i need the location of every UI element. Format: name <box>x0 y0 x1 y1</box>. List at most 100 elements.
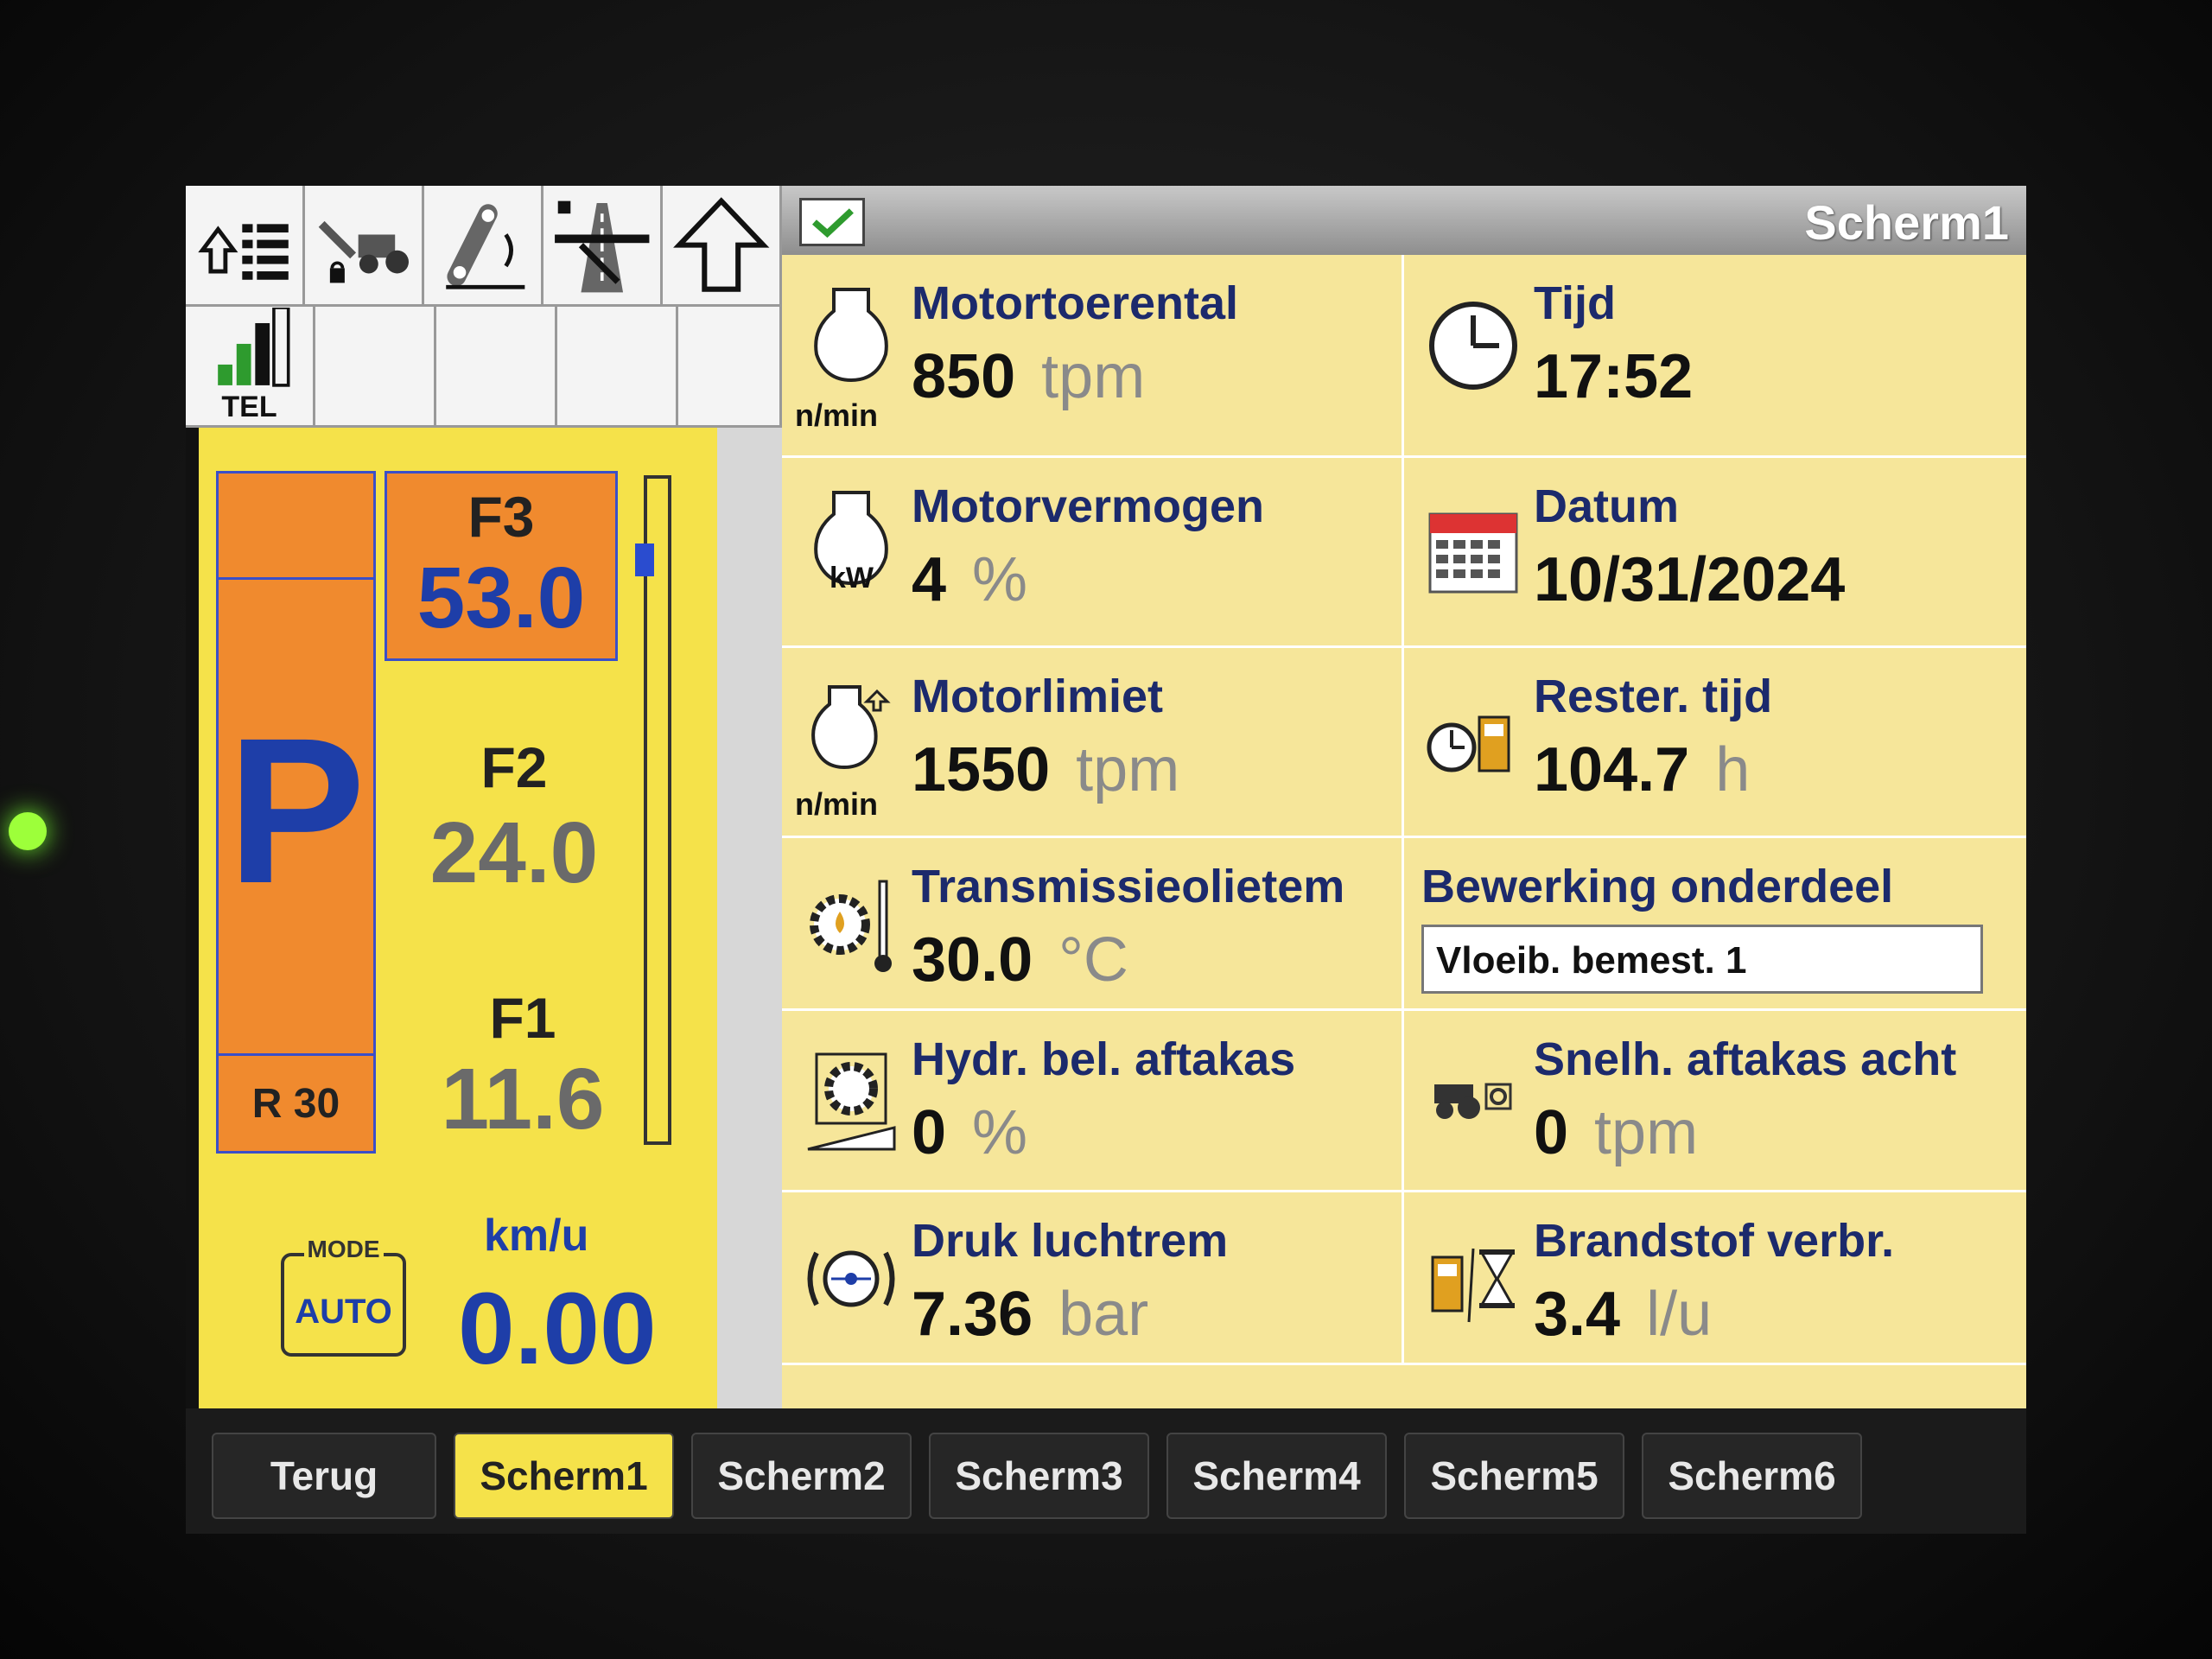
fuel-consumption-value: 3.4 <box>1534 1280 1621 1349</box>
empty-slot <box>557 307 678 428</box>
speed-value: 0.00 <box>458 1272 657 1386</box>
work-section-cell[interactable]: Bewerking onderdeel Vloeib. bemest. 1 <box>1404 838 2026 1011</box>
fuel-consumption-label: Brandstof verbr. <box>1534 1215 1895 1267</box>
fuel-timer-icon <box>1427 715 1510 772</box>
date-cell[interactable]: Datum 10/31/2024 <box>1404 458 2026 648</box>
status-led <box>9 812 47 850</box>
gear-f3-value: 53.0 <box>416 550 586 646</box>
date-label: Datum <box>1534 480 1680 532</box>
tab-scherm6[interactable]: Scherm6 <box>1642 1433 1862 1519</box>
mode-auto-button[interactable]: MODE AUTO <box>281 1236 406 1357</box>
back-button[interactable]: Terug <box>212 1433 436 1519</box>
transmission-oil-label: Transmissieolietem <box>912 861 1345 912</box>
tractor-pto-icon <box>1434 1083 1512 1119</box>
mode-label: MODE <box>303 1236 384 1262</box>
engine-limit-icon <box>811 685 891 770</box>
engine-power-value: 4 <box>912 545 947 614</box>
work-section-label: Bewerking onderdeel <box>1421 861 1894 912</box>
engine-speed-value: 850 <box>912 342 1016 411</box>
calendar-icon <box>1428 512 1518 594</box>
transmission-oil-unit: °C <box>1058 925 1128 995</box>
engine-limit-cell[interactable]: n/min Motorlimiet 1550 tpm <box>782 648 1404 838</box>
park-letter: P <box>227 695 366 926</box>
screen-header: Scherm1 <box>782 186 2026 255</box>
arrow-up-icon[interactable] <box>663 186 782 307</box>
engine-power-cell[interactable]: kW Motorvermogen 4% <box>782 458 1404 648</box>
remaining-time-cell[interactable]: Rester. tijd 104.7 h <box>1404 648 2026 838</box>
empty-slot <box>436 307 557 428</box>
gear-f3-label: F3 <box>467 485 535 549</box>
tab-scherm4[interactable]: Scherm4 <box>1166 1433 1387 1519</box>
air-brake-icon <box>807 1250 895 1307</box>
road-lock-icon[interactable] <box>543 186 663 307</box>
clock-icon <box>1429 302 1517 390</box>
fuel-hourglass-icon <box>1431 1248 1515 1323</box>
air-brake-cell[interactable]: Druk luchtrem 7.36 bar <box>782 1192 1404 1365</box>
fuel-consumption-unit: l/u <box>1646 1280 1713 1349</box>
pto-gear-icon <box>807 1052 896 1151</box>
engine-speed-icon-caption: n/min <box>795 397 878 433</box>
rear-pto-speed-label: Snelh. aftakas acht <box>1534 1033 1957 1085</box>
tel-label: TEL <box>221 390 277 423</box>
reverse-gear-label: R 30 <box>219 1053 373 1151</box>
time-value: 17:52 <box>1534 342 1694 411</box>
engine-power-icon-caption: kW <box>830 562 874 594</box>
park-indicator: P R 30 <box>216 471 376 1154</box>
tab-scherm2[interactable]: Scherm2 <box>691 1433 912 1519</box>
transmission-oil-cell[interactable]: Transmissieolietem 30.0 °C <box>782 838 1404 1011</box>
pto-load-unit: % <box>972 1098 1028 1167</box>
gear-f1-label: F1 <box>489 986 556 1050</box>
remaining-time-unit: h <box>1715 735 1751 804</box>
rear-pto-speed-unit: tpm <box>1594 1098 1699 1167</box>
pto-load-label: Hydr. bel. aftakas <box>912 1033 1296 1085</box>
tab-scherm1[interactable]: Scherm1 <box>454 1433 674 1519</box>
date-value: 10/31/2024 <box>1534 545 1846 614</box>
time-label: Tijd <box>1534 277 1617 329</box>
empty-slot <box>315 307 436 428</box>
transmission-panel: P R 30 F3 53.0 F2 24.0 F1 11.6 MODE AUTO… <box>199 428 717 1408</box>
engine-power-label: Motorvermogen <box>912 480 1265 532</box>
menu-up-icon[interactable] <box>186 186 305 307</box>
engine-speed-label: Motortoerental <box>912 277 1238 329</box>
engine-limit-value: 1550 <box>912 735 1051 804</box>
tab-bar: Terug Scherm1 Scherm2 Scherm3 Scherm4 Sc… <box>186 1408 2026 1534</box>
gear-thermometer-icon <box>810 880 892 972</box>
mode-value: AUTO <box>295 1293 392 1331</box>
engine-limit-label: Motorlimiet <box>912 671 1163 722</box>
air-brake-unit: bar <box>1058 1280 1149 1349</box>
linkage-icon[interactable] <box>424 186 543 307</box>
fuel-consumption-cell[interactable]: Brandstof verbr. 3.4 l/u <box>1404 1192 2026 1365</box>
tab-scherm5[interactable]: Scherm5 <box>1404 1433 1624 1519</box>
tractor-lock-icon[interactable] <box>305 186 424 307</box>
gear-f2-value: 24.0 <box>429 804 599 901</box>
signal-bars-icon: TEL <box>186 307 315 428</box>
rear-pto-speed-cell[interactable]: Snelh. aftakas acht 0 tpm <box>1404 1011 2026 1192</box>
transmission-oil-value: 30.0 <box>912 925 1033 995</box>
engine-icon <box>814 288 888 383</box>
air-brake-value: 7.36 <box>912 1280 1033 1349</box>
gear-range-bar <box>635 475 671 1145</box>
speed-unit: km/u <box>484 1211 589 1261</box>
park-top-segment <box>219 474 373 580</box>
empty-slot <box>678 307 782 428</box>
time-cell[interactable]: Tijd 17:52 <box>1404 255 2026 458</box>
engine-limit-unit: tpm <box>1076 735 1180 804</box>
checkmark-icon[interactable] <box>799 198 865 246</box>
air-brake-label: Druk luchtrem <box>912 1215 1229 1267</box>
divider-strip <box>717 428 782 1408</box>
engine-limit-icon-caption: n/min <box>795 786 878 822</box>
gear-range-marker <box>635 543 654 576</box>
engine-speed-unit: tpm <box>1041 342 1146 411</box>
engine-speed-cell[interactable]: n/min Motortoerental 850 tpm <box>782 255 1404 458</box>
tab-scherm3[interactable]: Scherm3 <box>929 1433 1149 1519</box>
engine-power-unit: % <box>972 545 1028 614</box>
toolbar-icons: TEL <box>186 186 782 428</box>
pto-load-value: 0 <box>912 1098 947 1167</box>
gear-f1-value: 11.6 <box>441 1051 605 1147</box>
rear-pto-speed-value: 0 <box>1534 1098 1569 1167</box>
data-grid: n/min Motortoerental 850 tpm Tijd 17:52 k… <box>782 255 2026 1408</box>
remaining-time-label: Rester. tijd <box>1534 671 1773 722</box>
work-section-field[interactable]: Vloeib. bemest. 1 <box>1421 925 1983 994</box>
pto-load-cell[interactable]: Hydr. bel. aftakas 0% <box>782 1011 1404 1192</box>
remaining-time-value: 104.7 <box>1534 735 1690 804</box>
